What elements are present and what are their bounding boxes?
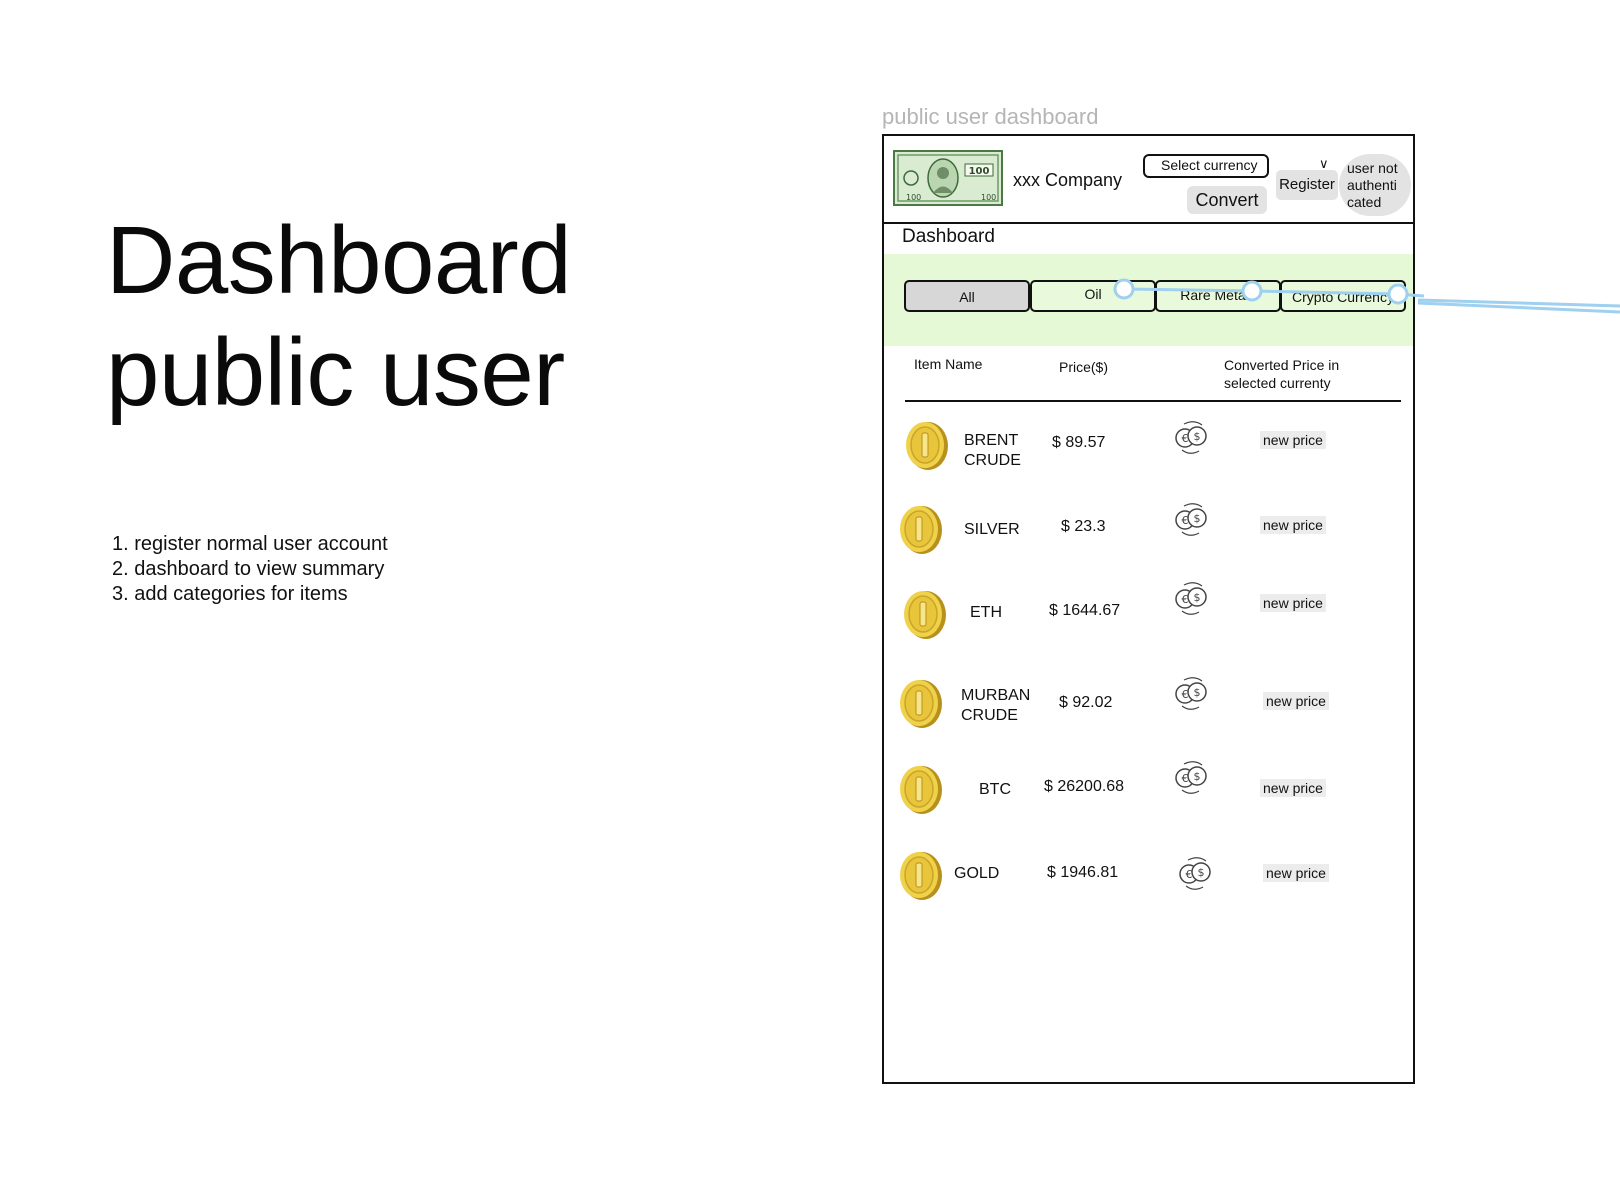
converted-price: new price (1260, 431, 1326, 449)
converted-price: new price (1263, 692, 1329, 710)
table-header-divider (905, 400, 1401, 402)
gold-coin-icon (900, 766, 942, 814)
dashboard-title: Dashboard (902, 226, 995, 247)
item-price: $ 92.02 (1059, 694, 1113, 711)
svg-text:$: $ (1194, 430, 1201, 443)
table-row[interactable]: BRENT CRUDE $ 89.57 € $ new price (884, 416, 1413, 486)
svg-text:100: 100 (981, 193, 996, 202)
register-button[interactable]: Register (1276, 170, 1338, 200)
item-price: $ 26200.68 (1044, 778, 1125, 795)
table-row[interactable]: GOLD $ 1946.81 € $ new price (884, 848, 1413, 918)
table-row[interactable]: BTC $ 26200.68 € $ new price (884, 761, 1413, 832)
svg-text:100: 100 (906, 193, 921, 202)
item-name: BRENT CRUDE (964, 432, 1021, 469)
svg-text:$: $ (1198, 866, 1205, 879)
item-name: GOLD (954, 865, 1000, 882)
column-header-item-name: Item Name (914, 356, 983, 372)
gold-coin-icon (900, 852, 942, 900)
svg-text:€: € (1182, 772, 1189, 785)
currency-exchange-icon[interactable]: € $ (1170, 756, 1214, 800)
company-name: xxx Company (1013, 170, 1123, 190)
svg-text:$: $ (1194, 591, 1201, 604)
svg-text:100: 100 (969, 166, 990, 177)
requirement-item: 1. register normal user account (112, 533, 388, 555)
prototype-connector-exit (1418, 298, 1620, 314)
dollar-bill-icon: 100 100 100 (893, 150, 1003, 206)
currency-exchange-icon[interactable]: € $ (1170, 577, 1214, 621)
heading-line-2: public user (106, 319, 565, 426)
user-status-badge: user not authenti cated (1339, 154, 1411, 216)
heading-line-1: Dashboard (106, 207, 572, 314)
converted-price: new price (1260, 779, 1326, 797)
gold-coin-icon (900, 506, 942, 554)
item-price: $ 1644.67 (1049, 602, 1121, 619)
svg-text:€: € (1186, 868, 1193, 881)
item-price: $ 89.57 (1052, 434, 1106, 451)
dashboard-frame: 100 100 100 xxx Company Select currency … (882, 134, 1425, 1084)
table-row[interactable]: SILVER $ 23.3 € $ new price (884, 503, 1413, 574)
converted-price: new price (1260, 516, 1326, 534)
item-price: $ 1946.81 (1047, 864, 1119, 881)
item-name: MURBAN CRUDE (961, 687, 1031, 724)
svg-text:$: $ (1194, 512, 1201, 525)
currency-exchange-icon[interactable]: € $ (1170, 498, 1214, 542)
svg-text:€: € (1182, 514, 1189, 527)
requirements-list: 1. register normal user account 2. dashb… (112, 532, 388, 607)
svg-text:$: $ (1194, 770, 1201, 783)
requirement-item: 3. add categories for items (112, 583, 348, 605)
currency-select[interactable]: Select currency (1143, 154, 1269, 178)
frame-label: public user dashboard (882, 104, 1099, 129)
gold-coin-icon (900, 680, 942, 728)
currency-exchange-icon[interactable]: € $ (1174, 852, 1218, 896)
prototype-connector (1113, 278, 1425, 305)
table-row[interactable]: ETH $ 1644.67 € $ new price (884, 582, 1413, 659)
requirement-item: 2. dashboard to view summary (112, 558, 385, 580)
gold-coin-icon (906, 422, 948, 470)
item-name: BTC (979, 781, 1011, 798)
page-heading: Dashboard public user (106, 205, 572, 429)
svg-text:€: € (1182, 432, 1189, 445)
converted-price: new price (1263, 864, 1329, 882)
tab-all[interactable]: All (904, 280, 1030, 312)
item-price: $ 23.3 (1061, 518, 1106, 535)
item-name: SILVER (964, 521, 1020, 538)
column-header-converted-price: Converted Price in selected currenty (1224, 357, 1340, 391)
column-header-price: Price($) (1059, 359, 1109, 375)
currency-exchange-icon[interactable]: € $ (1170, 416, 1214, 460)
top-bar: 100 100 100 xxx Company Select currency … (884, 136, 1413, 224)
converted-price: new price (1260, 594, 1326, 612)
svg-text:€: € (1182, 688, 1189, 701)
convert-button[interactable]: Convert (1187, 186, 1267, 214)
item-name: ETH (970, 604, 1002, 621)
table-row[interactable]: MURBAN CRUDE $ 92.02 € $ new price (884, 676, 1413, 746)
svg-text:€: € (1182, 593, 1189, 606)
gold-coin-icon (904, 591, 946, 639)
currency-exchange-icon[interactable]: € $ (1170, 672, 1214, 716)
svg-text:$: $ (1194, 686, 1201, 699)
